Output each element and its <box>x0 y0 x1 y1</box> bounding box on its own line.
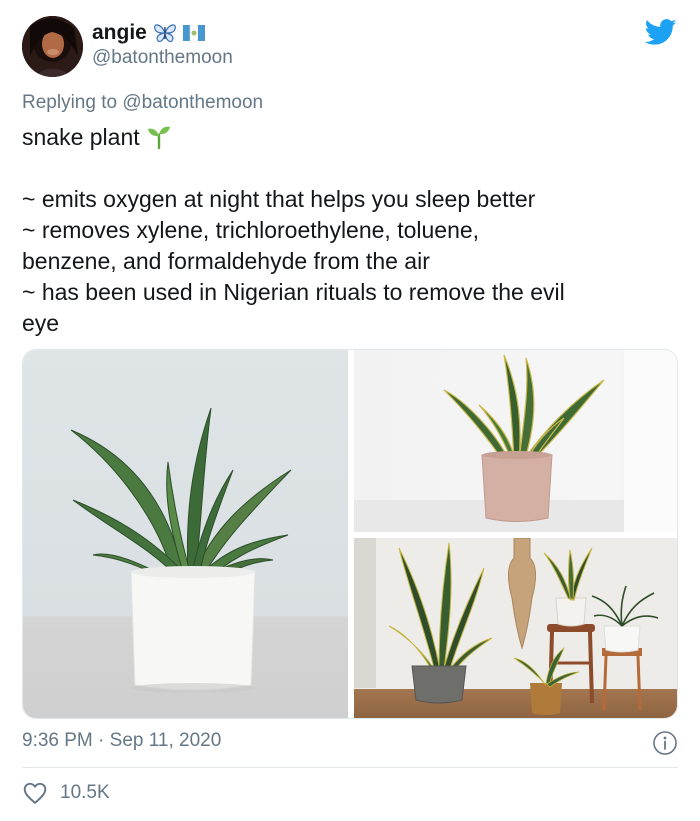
author-display-name[interactable]: angie <box>92 21 147 45</box>
reply-mention-link[interactable]: @batonthemoon <box>122 92 263 113</box>
tweet-timestamp[interactable]: 9:36 PM · Sep 11, 2020 <box>22 730 221 752</box>
snake-plant-pink-pot-photo[interactable] <box>354 350 677 532</box>
seedling-icon <box>147 126 170 149</box>
tweet-card: angie @batonthemoon Replying to @batonth… <box>0 0 700 821</box>
guatemala-flag-icon <box>182 25 205 41</box>
tweet-title-line: snake plant <box>22 122 687 153</box>
info-icon[interactable] <box>652 730 678 756</box>
reply-prefix: Replying to <box>22 92 118 113</box>
like-count: 10.5K <box>60 782 110 803</box>
tweet-line: ~ removes xylene, trichloroethylene, tol… <box>22 217 480 243</box>
like-button[interactable]: 10.5K <box>22 780 110 806</box>
tweet-line: ~ emits oxygen at night that helps you s… <box>22 186 536 212</box>
media-grid <box>22 349 678 719</box>
avatar-photo <box>22 16 83 77</box>
twitter-bird-icon[interactable] <box>645 16 677 48</box>
tweet-line: benzene, and formaldehyde from the air <box>22 248 430 274</box>
reply-context: Replying to @batonthemoon <box>22 92 263 114</box>
heart-icon <box>23 782 47 804</box>
tweet-line: ~ has been used in Nigerian rituals to r… <box>22 279 565 305</box>
tweet-text: snake plant ~ emits oxygen at night that… <box>22 122 687 339</box>
snake-plants-living-room-photo[interactable] <box>354 538 677 718</box>
avatar[interactable] <box>22 16 83 77</box>
butterfly-icon <box>153 24 176 43</box>
divider <box>22 767 678 768</box>
tweet-title: snake plant <box>22 124 140 150</box>
tweet-line: eye <box>22 310 60 336</box>
author-handle[interactable]: @batonthemoon <box>92 47 233 69</box>
snake-plant-white-pot-photo[interactable] <box>23 350 348 718</box>
author-name-row[interactable]: angie <box>92 21 205 45</box>
